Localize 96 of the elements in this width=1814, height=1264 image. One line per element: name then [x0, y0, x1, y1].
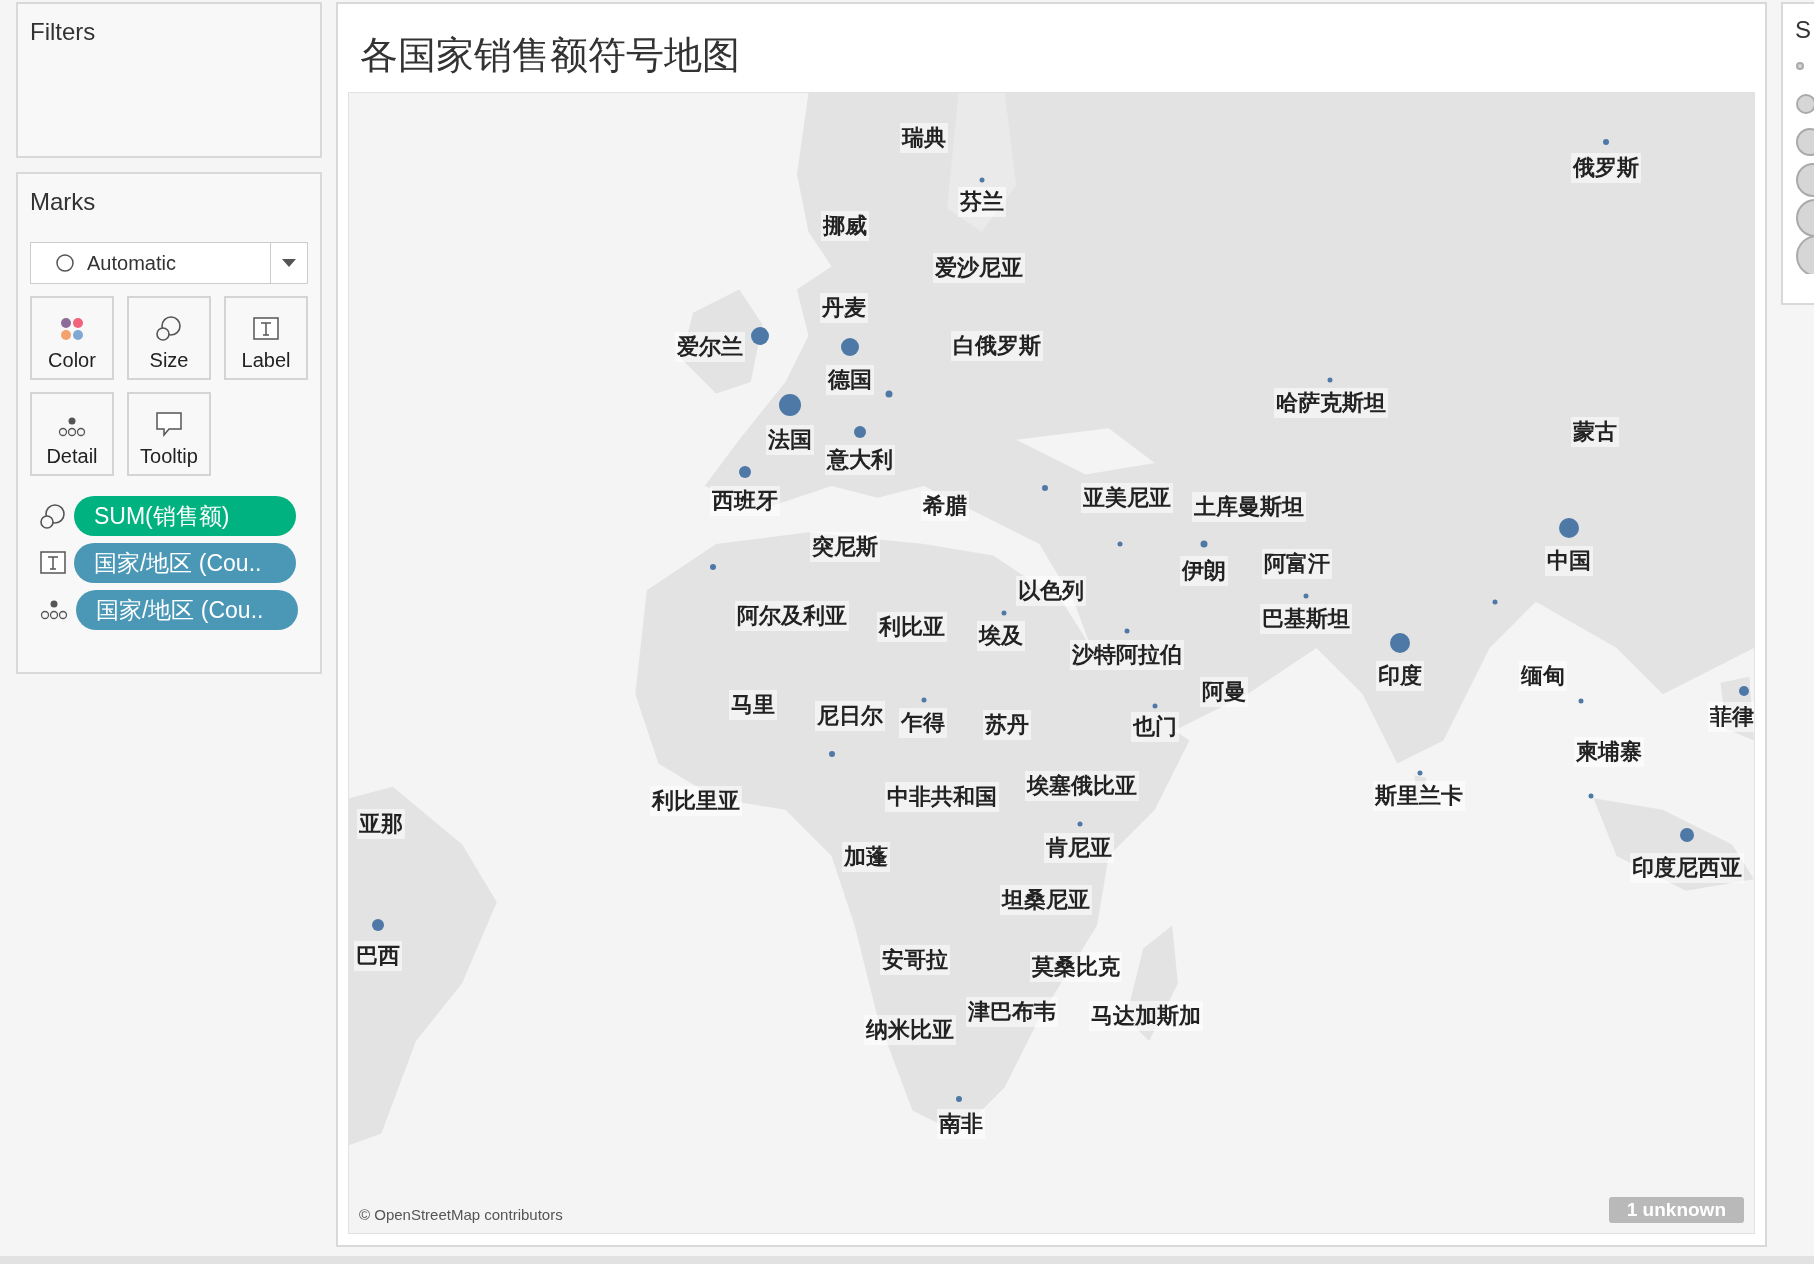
- country-label: 利比亚: [877, 612, 948, 643]
- mark-type-value: Automatic: [87, 251, 176, 275]
- sheet-title: 各国家销售额符号地图: [360, 32, 740, 78]
- map-attribution: © OpenStreetMap contributors: [359, 1206, 563, 1223]
- data-point[interactable]: [1578, 698, 1584, 704]
- data-point[interactable]: [1327, 377, 1333, 383]
- detail-dots-icon: [40, 600, 68, 620]
- country-label: 马里: [729, 689, 778, 720]
- data-point[interactable]: [979, 177, 985, 183]
- country-label: 意大利: [825, 444, 896, 475]
- country-label: 加蓬: [842, 842, 891, 873]
- data-point[interactable]: [828, 751, 835, 758]
- country-label: 中非共和国: [885, 782, 1000, 813]
- country-label: 南非: [936, 1109, 985, 1140]
- caret-icon: [282, 259, 296, 267]
- data-point[interactable]: [1117, 541, 1123, 547]
- detail-dots-icon: [58, 417, 86, 437]
- country-label: 印度尼西亚: [1630, 852, 1745, 883]
- country-label: 蒙古: [1570, 416, 1619, 447]
- country-label: 阿富汗: [1261, 548, 1332, 579]
- country-label: 阿尔及利亚: [735, 600, 850, 631]
- data-point[interactable]: [885, 390, 893, 398]
- data-point[interactable]: [1001, 610, 1007, 616]
- data-point[interactable]: [955, 1095, 962, 1102]
- country-label: 突尼斯: [810, 532, 881, 563]
- data-point[interactable]: [1077, 821, 1083, 827]
- country-label: 津巴布韦: [965, 997, 1058, 1028]
- filters-title: Filters: [30, 18, 97, 46]
- text-label-icon: [40, 551, 66, 575]
- country-label: 沙特阿拉伯: [1070, 639, 1185, 670]
- country-label: 安哥拉: [879, 945, 950, 976]
- country-label: 丹麦: [820, 293, 869, 324]
- legend-title: S: [1795, 16, 1812, 44]
- data-point[interactable]: [1417, 770, 1423, 776]
- size-circles-icon: [156, 315, 182, 341]
- country-label: 乍得: [898, 708, 947, 739]
- size-circles-icon: [40, 503, 66, 529]
- color-dots-icon: [60, 317, 84, 341]
- country-label: 希腊: [920, 490, 969, 521]
- country-label: 马达加斯加: [1088, 1000, 1203, 1031]
- circle-icon: [55, 253, 75, 273]
- country-label: 也门: [1130, 711, 1179, 742]
- country-label: 爱尔兰: [675, 332, 746, 363]
- country-label: 爱沙尼亚: [933, 252, 1026, 283]
- country-label: 巴基斯坦: [1260, 604, 1353, 635]
- data-point[interactable]: [1042, 485, 1049, 492]
- mark-card-button[interactable]: Detail: [30, 392, 114, 476]
- country-label: 纳米比亚: [864, 1014, 957, 1045]
- country-label: 利比里亚: [650, 785, 743, 816]
- country-label: 白俄罗斯: [950, 331, 1043, 362]
- country-label: 亚那: [357, 808, 406, 839]
- country-label: 德国: [826, 364, 875, 395]
- data-point[interactable]: [1588, 793, 1594, 799]
- marks-title: Marks: [30, 188, 97, 216]
- data-point[interactable]: [1200, 540, 1208, 548]
- mark-card-button[interactable]: Size: [127, 296, 211, 380]
- mark-type-dropdown[interactable]: Automatic: [30, 242, 308, 284]
- country-label: 印度: [1375, 660, 1424, 691]
- country-label: 莫桑比克: [1030, 952, 1123, 983]
- country-label: 巴西: [353, 940, 402, 971]
- country-label: 俄罗斯: [1571, 153, 1642, 184]
- country-label: 法国: [766, 424, 814, 455]
- country-label: 阿曼: [1200, 676, 1249, 707]
- data-point[interactable]: [1603, 138, 1610, 145]
- country-label: 柬埔寨: [1573, 737, 1644, 767]
- data-point[interactable]: [1124, 628, 1130, 634]
- country-label: 哈萨克斯坦: [1274, 387, 1389, 418]
- data-point[interactable]: [1152, 703, 1158, 709]
- mark-card-button[interactable]: Tooltip: [127, 392, 211, 476]
- country-label: 苏丹: [983, 710, 1032, 741]
- country-label: 土库曼斯坦: [1192, 491, 1307, 522]
- country-label: 坦桑尼亚: [1000, 885, 1093, 915]
- data-point[interactable]: [1303, 593, 1309, 599]
- country-label: 斯里兰卡: [1373, 780, 1466, 811]
- country-label: 西班牙: [710, 486, 780, 517]
- country-label: 尼日尔: [815, 701, 886, 732]
- mark-card-button[interactable]: Color: [30, 296, 114, 380]
- country-label: 芬兰: [957, 186, 1006, 217]
- country-label: 挪威: [821, 210, 870, 241]
- speech-bubble-icon: [155, 411, 183, 437]
- data-point[interactable]: [921, 697, 927, 703]
- country-label: 缅甸: [1518, 660, 1567, 691]
- text-label-icon: [253, 317, 279, 341]
- country-label: 肯尼亚: [1043, 833, 1114, 863]
- data-point[interactable]: [1738, 685, 1749, 696]
- country-label: 中国: [1545, 546, 1594, 577]
- country-label: 菲律: [1708, 702, 1754, 733]
- country-label: 亚美尼亚: [1081, 482, 1174, 513]
- country-label: 埃塞俄比亚: [1025, 770, 1140, 801]
- mark-card-button[interactable]: Label: [224, 296, 308, 380]
- country-label: 瑞典: [899, 123, 948, 154]
- country-label: 伊朗: [1180, 555, 1229, 586]
- country-label: 埃及: [977, 621, 1026, 652]
- data-point[interactable]: [709, 564, 716, 571]
- country-label: 以色列: [1015, 576, 1086, 607]
- data-point[interactable]: [1492, 599, 1498, 605]
